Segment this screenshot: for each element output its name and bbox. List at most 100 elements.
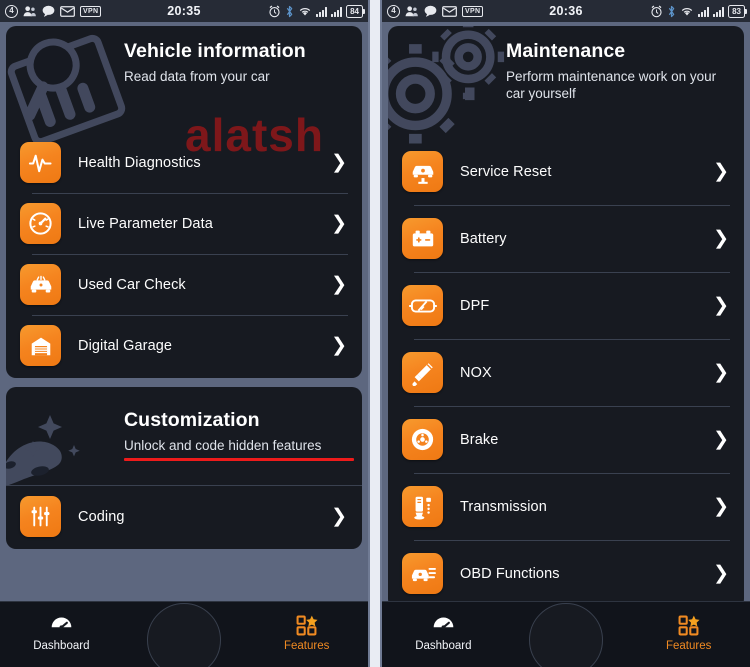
vehicle-information-header: Vehicle information Read data from your … [6,26,362,145]
chevron-right-icon: ❯ [713,161,729,182]
list-item-coding[interactable]: Coding ❯ [6,485,362,547]
red-underline-annotation [124,458,354,461]
status-bar-right-icons: 84 [268,4,365,18]
vpn-icon: VPN [462,5,484,17]
customization-card: Customization Unlock and code hidden fea… [6,387,362,549]
nav-item-features[interactable]: Features [245,602,368,652]
content-scroll-area[interactable]: Maintenance Perform maintenance work on … [382,22,750,667]
list-item-dpf[interactable]: DPF ❯ [388,272,744,339]
nav-item-connect[interactable]: Connect [505,602,628,667]
phone-screen-vehicle-information: 4 VPN 20:35 84 Vehicle information Read … [0,0,370,667]
chat-bubble-icon [424,5,437,17]
brake-disc-icon [402,419,443,460]
nav-item-dashboard[interactable]: Dashboard [382,602,505,652]
notification-count-icon: 4 [5,4,18,18]
chevron-right-icon: ❯ [713,429,729,450]
list-item-nox[interactable]: NOX ❯ [388,339,744,406]
list-item-transmission[interactable]: Transmission ❯ [388,473,744,540]
list-item-health-diagnostics[interactable]: Health Diagnostics ❯ [6,132,362,193]
dashboard-gauge-icon [382,613,505,637]
service-reset-icon [402,151,443,192]
chevron-right-icon: ❯ [713,228,729,249]
battery-service-icon [402,218,443,259]
connect-circle-bump [529,603,603,667]
list-item-label: Service Reset [460,163,552,180]
list-item-used-car-check[interactable]: Used Car Check ❯ [6,254,362,315]
features-grid-star-icon [627,613,750,637]
bottom-navigation: Dashboard Connect Features [382,601,750,667]
transmission-icon [402,486,443,527]
customization-header: Customization Unlock and code hidden fea… [6,387,362,487]
vehicle-information-list: Health Diagnostics ❯ Live Parameter Data… [6,132,362,378]
list-item-label: DPF [460,297,490,314]
content-scroll-area[interactable]: Vehicle information Read data from your … [0,22,368,667]
list-item-label: NOX [460,364,492,381]
gauge-icon [20,203,61,244]
obd-car-icon [402,553,443,594]
list-item-label: Brake [460,431,499,448]
garage-icon [20,325,61,366]
nav-label: Features [283,640,330,652]
customization-title: Customization [124,409,260,431]
list-item-obd-functions[interactable]: OBD Functions ❯ [388,540,744,607]
list-item-label: Digital Garage [78,337,173,354]
nav-item-connect[interactable]: Connect [123,602,246,667]
signal-bars-2-icon [713,6,725,17]
page-title: Vehicle information [124,40,306,62]
chat-bubble-icon [42,5,55,17]
chevron-right-icon: ❯ [713,362,729,383]
chevron-right-icon: ❯ [331,506,347,527]
list-item-label: Transmission [460,498,547,515]
list-item-digital-garage[interactable]: Digital Garage ❯ [6,315,362,376]
vehicle-information-card: Vehicle information Read data from your … [6,26,362,378]
nav-item-dashboard[interactable]: Dashboard [0,602,123,652]
chevron-right-icon: ❯ [331,152,347,173]
customization-header-text: Customization Unlock and code hidden fea… [124,409,354,461]
status-bar-left-icons: 4 VPN [387,4,484,18]
vehicle-information-header-text: Vehicle information Read data from your … [124,40,346,85]
battery-icon: 83 [728,4,747,18]
page-subtitle: Read data from your car [124,69,270,84]
alarm-icon [269,5,280,17]
list-item-service-reset[interactable]: Service Reset ❯ [388,138,744,205]
list-item-brake[interactable]: Brake ❯ [388,406,744,473]
signal-bars-2-icon [331,6,343,17]
nav-item-features[interactable]: Features [627,602,750,652]
pulse-icon [20,142,61,183]
list-item-label: Live Parameter Data [78,215,213,232]
panel-divider [370,0,380,667]
wifi-icon [299,7,311,15]
status-bar-left-icons: 4 VPN [5,4,102,18]
list-item-label: Battery [460,230,507,247]
connect-circle-bump [147,603,221,667]
chevron-right-icon: ❯ [713,496,729,517]
envelope-icon [60,5,75,17]
status-bar: 4 VPN 20:35 84 [0,0,368,22]
nav-label: Dashboard [415,640,472,652]
alarm-icon [651,5,662,17]
list-item-label: Used Car Check [78,276,186,293]
signal-bars-icon [316,6,328,17]
list-item-label: Health Diagnostics [78,154,201,171]
page-title: Maintenance [506,40,626,62]
dual-screenshot-stage: 4 VPN 20:35 84 Vehicle information Read … [0,0,750,667]
nav-label: Dashboard [33,640,90,652]
nox-sensor-icon [402,352,443,393]
status-bar-right-icons: 83 [650,4,747,18]
list-item-label: Coding [78,508,125,525]
bluetooth-icon [668,5,675,17]
chevron-right-icon: ❯ [331,213,347,234]
chevron-right-icon: ❯ [331,335,347,356]
sliders-icon [20,496,61,537]
list-item-battery[interactable]: Battery ❯ [388,205,744,272]
chevron-right-icon: ❯ [713,295,729,316]
chevron-right-icon: ❯ [713,563,729,584]
dpf-filter-icon [402,285,443,326]
maintenance-list: Service Reset ❯ Battery ❯ DPF ❯ NOX ❯ Br… [388,138,744,609]
dashboard-gauge-icon [0,613,123,637]
notification-count-icon: 4 [387,4,400,18]
bluetooth-icon [286,5,293,17]
battery-icon: 84 [346,4,365,18]
list-item-live-parameter-data[interactable]: Live Parameter Data ❯ [6,193,362,254]
signal-bars-icon [698,6,710,17]
